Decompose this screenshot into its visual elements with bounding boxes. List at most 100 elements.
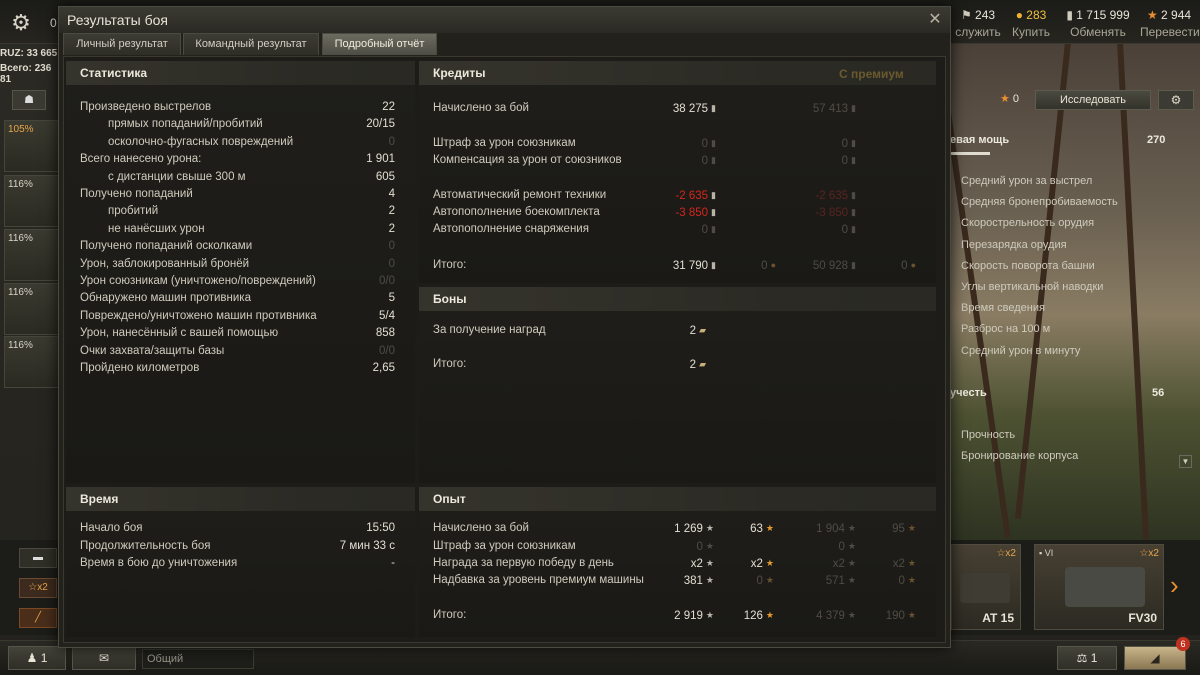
carousel-tile[interactable]: ▪ VI ☆x2 FV30 — [1034, 544, 1164, 630]
time-title: Время — [66, 487, 415, 511]
carousel-tile[interactable]: ☆x2 AT 15 — [951, 544, 1021, 630]
credits-icon: ▮ — [711, 155, 716, 165]
dialog-title: Результаты боя — [67, 12, 169, 28]
gold-coin-icon: ● — [1015, 8, 1027, 22]
firepower-label[interactable]: евая мощь — [950, 134, 1009, 146]
time-panel: Время Начало боя 15:50 Продолжительность б… — [66, 487, 415, 637]
credits-icon: ▮ — [851, 103, 856, 113]
stats-row: Повреждено/уничтожено машин противника 5/… — [80, 309, 395, 322]
user-icon: ♟ — [26, 651, 41, 665]
stats-title: Статистика — [66, 61, 415, 85]
stats-row: пробитий 2 — [108, 205, 395, 218]
bonds-title: Боны — [419, 287, 936, 311]
gold-star-icon: ⚑ — [960, 8, 976, 22]
free-xp-star-icon: ★ — [1146, 8, 1162, 22]
gear-icon[interactable]: ⚙ — [8, 10, 34, 36]
chevron-right-icon[interactable]: › — [1170, 570, 1179, 601]
credits-icon: ▮ — [711, 138, 716, 148]
firepower-bar — [950, 152, 990, 155]
credits-row: Автопополнение снаряжения 0 ▮ 0 ▮ — [433, 223, 856, 236]
credits-icon: ▮ — [711, 207, 716, 217]
crew-icon[interactable]: ☗ — [12, 90, 46, 110]
time-row: Продолжительность боя 7 мин 33 с — [80, 539, 395, 552]
tab-detailed[interactable]: Подробный отчёт — [322, 33, 437, 55]
xp-star-icon: ★ — [705, 541, 714, 551]
balance-button[interactable]: ⚖ 1 — [1057, 646, 1117, 670]
stats-row: Получено попаданий 4 — [80, 188, 395, 200]
credits-icon: ▮ — [851, 190, 856, 200]
credits-row: Автопополнение боекомплекта -3 850 ▮ -3 850… — [433, 206, 856, 219]
xp-total-row: Итого: 2 919 ★ 126 ★ 4 379 ★ 190 ★ — [433, 609, 916, 622]
stats-row: с дистанции свыше 300 м 605 — [108, 170, 395, 183]
premium-label: С премиум — [839, 67, 904, 81]
credits-icon: ▮ — [851, 207, 856, 217]
xp-multiplier-filter[interactable]: ☆x2 — [19, 578, 57, 598]
stats-row: Всего нанесено урона: 1 901 — [80, 153, 395, 166]
xp-star-icon: ★ — [847, 610, 856, 620]
stats-row: Получено попаданий осколками 0 — [80, 240, 395, 253]
credits-icon: ▮ — [851, 138, 856, 148]
bond-icon: ▰ — [699, 325, 706, 335]
free-xp-star-icon: ★ — [765, 558, 774, 568]
resource-service[interactable]: ⚑ 243 служить — [948, 8, 1008, 39]
xp-star-icon: ★ — [847, 575, 856, 585]
time-row: Время в бою до уничтожения - — [80, 557, 395, 569]
dialog-body: Статистика Произведено выстрелов 22 прямых… — [63, 56, 946, 643]
xp-star-icon: ★ — [847, 523, 856, 533]
xp-row: Начислено за бой 1 269 ★ 63 ★ 1 904 ★ 95 ★ — [433, 522, 916, 535]
tank-filter-icon[interactable]: ▬ — [19, 548, 57, 568]
tab-team[interactable]: Командный результат — [183, 33, 319, 55]
credits-icon: ▮ — [851, 224, 856, 234]
stats-row: Очки захвата/защиты базы 0/0 — [80, 344, 395, 357]
tank-icon — [960, 573, 1010, 603]
dialog-header: Результаты боя ✕ — [59, 7, 950, 33]
xp-star-icon: ★ — [705, 523, 714, 533]
stats-row: Пройдено километров 2,65 — [80, 362, 395, 374]
credits-row: Автоматический ремонт техники -2 635 ▮ -2 6… — [433, 189, 856, 202]
free-xp-star-icon: ★ — [765, 610, 774, 620]
resource-buy[interactable]: ● 283 Купить — [1010, 8, 1052, 39]
time-row: Начало боя 15:50 — [80, 522, 395, 534]
stats-row: осколочно-фугасных повреждений 0 — [108, 135, 395, 148]
vehicle-slot[interactable]: 116% — [4, 336, 59, 388]
vehicle-params-panel: евая мощь 270 Средний урон за выстрел Ср… — [950, 86, 1200, 476]
xp-star-icon: ★ — [847, 558, 856, 568]
xp-row: Надбавка за уровень премиум машины 381 ★ 0 ★… — [433, 574, 916, 587]
notifications-button[interactable]: ◢ — [1124, 646, 1186, 670]
bonds-row: За получение наград 2 ▰ — [433, 324, 706, 337]
left-info: RUZ: 33 665 Всего: 236 81 — [0, 48, 58, 85]
free-xp-star-icon: ★ — [907, 523, 916, 533]
stats-panel: Статистика Произведено выстрелов 22 прямых… — [66, 61, 415, 483]
vehicle-slot[interactable]: 116% — [4, 229, 59, 281]
resource-exchange[interactable]: ▮ 1 715 999 Обменять — [1062, 8, 1134, 39]
xp-row: Штраф за урон союзникам 0 ★ 0 ★ — [433, 540, 856, 553]
stats-row: Урон союзникам (уничтожено/повреждений) 0… — [80, 275, 395, 287]
tab-personal[interactable]: Личный результат — [63, 33, 181, 55]
stats-row: Произведено выстрелов 22 — [80, 101, 395, 113]
vehicle-slot[interactable]: 116% — [4, 175, 59, 227]
vehicle-slot[interactable]: 105% — [4, 120, 59, 172]
free-xp-star-icon: ★ — [765, 523, 774, 533]
survivability-label[interactable]: учесть — [950, 387, 987, 399]
chevron-down-icon[interactable]: ▼ — [1179, 455, 1192, 468]
xp-star-icon: ★ — [705, 575, 714, 585]
free-xp-star-icon: ★ — [907, 558, 916, 568]
chat-channel-input[interactable]: Общий — [142, 649, 254, 669]
resource-transfer[interactable]: ★ 2 944 Перевести — [1140, 8, 1200, 39]
gold-icon: ● — [910, 260, 916, 270]
credits-icon: ▮ — [711, 103, 716, 113]
stats-row: Урон, заблокированный бронёй 0 — [80, 257, 395, 270]
bonds-total-row: Итого: 2 ▰ — [433, 358, 706, 371]
battle-results-dialog: Результаты боя ✕ Личный результат Команд… — [58, 6, 951, 648]
xp-star-icon: ★ — [705, 610, 714, 620]
credits-row: Компенсация за урон от союзников 0 ▮ 0 ▮ — [433, 154, 856, 167]
players-button[interactable]: ♟ 1 — [8, 646, 66, 670]
chat-icon[interactable]: ✉ — [72, 646, 136, 670]
vehicle-slot[interactable]: 116% — [4, 283, 59, 335]
bonds-panel: Боны За получение наград 2 ▰ Итого: 2 ▰ — [419, 287, 936, 483]
stats-row: не нанёсших урон 2 — [108, 222, 395, 235]
filter-toggle-icon[interactable]: ╱ — [19, 608, 57, 628]
close-icon[interactable]: ✕ — [926, 9, 944, 29]
xp-title: Опыт — [419, 487, 936, 511]
scales-icon: ⚖ — [1076, 651, 1091, 665]
